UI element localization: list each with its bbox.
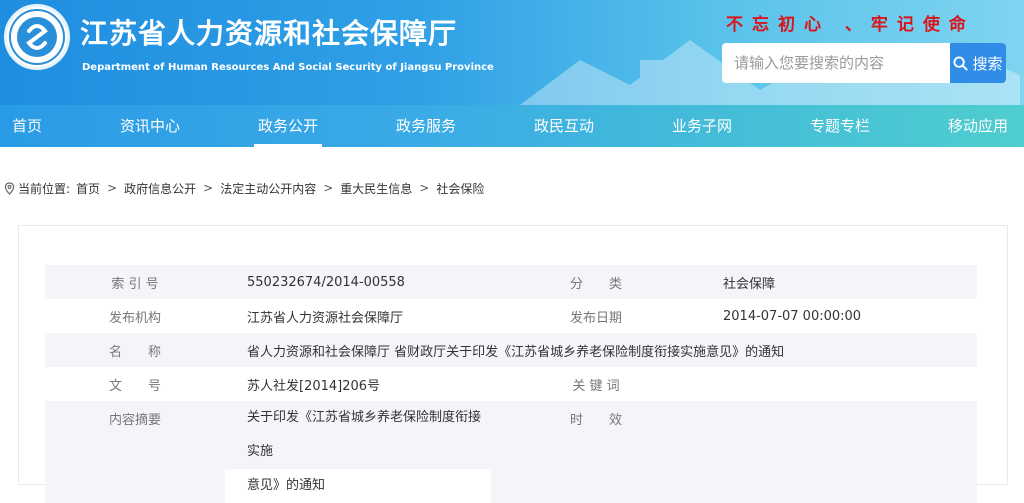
- nav-item-news[interactable]: 资讯中心: [120, 105, 180, 147]
- name-label: 名 称: [45, 333, 225, 367]
- breadcrumb-separator: >: [323, 181, 334, 195]
- name-value: 省人力资源和社会保障厅 省财政厅关于印发《江苏省城乡养老保险制度衔接实施意见》的…: [225, 333, 977, 367]
- docno-value: 苏人社发[2014]206号: [225, 367, 491, 401]
- search-icon: [953, 55, 969, 71]
- index-label: 索 引 号: [45, 265, 225, 299]
- nav-item-sub-sites[interactable]: 业务子网: [672, 105, 732, 147]
- category-value: 社会保障: [701, 265, 977, 299]
- keywords-label: 关 键 词: [491, 367, 701, 401]
- site-logo[interactable]: [4, 4, 70, 70]
- table-row: 发布机构 江苏省人力资源社会保障厅 发布日期 2014-07-07 00:00:…: [45, 299, 977, 333]
- location-pin-icon: [4, 181, 15, 195]
- docno-label: 文 号: [45, 367, 225, 401]
- publisher-label: 发布机构: [45, 299, 225, 333]
- breadcrumb-separator: >: [107, 181, 118, 195]
- summary-value: 关于印发《江苏省城乡养老保险制度衔接实施 意见》的通知: [225, 401, 491, 503]
- slogan: 不忘初心 、牢记使命: [726, 15, 975, 35]
- breadcrumb-separator: >: [419, 181, 430, 195]
- breadcrumb: 当前位置: 首页 > 政府信息公开 > 法定主动公开内容 > 重大民生信息 > …: [4, 178, 484, 198]
- date-label: 发布日期: [491, 299, 701, 333]
- site-header: 江苏省人力资源和社会保障厅 Department of Human Resour…: [0, 0, 1024, 105]
- nav-item-mobile[interactable]: 移动应用: [948, 105, 1008, 147]
- search-button-label: 搜索: [972, 54, 1003, 73]
- category-label: 分 类: [491, 265, 701, 299]
- index-value: 550232674/2014-00558: [225, 265, 491, 299]
- site-subtitle: Department of Human Resources And Social…: [82, 62, 494, 73]
- table-row: 内容摘要 关于印发《江苏省城乡养老保险制度衔接实施 意见》的通知 时 效: [45, 401, 977, 503]
- table-row: 索 引 号 550232674/2014-00558 分 类 社会保障: [45, 265, 977, 299]
- breadcrumb-gov-info[interactable]: 政府信息公开: [124, 180, 196, 197]
- search-button[interactable]: 搜索: [950, 43, 1006, 83]
- breadcrumb-livelihood[interactable]: 重大民生信息: [340, 180, 412, 197]
- table-row: 名 称 省人力资源和社会保障厅 省财政厅关于印发《江苏省城乡养老保险制度衔接实施…: [45, 333, 977, 367]
- nav-item-topics[interactable]: 专题专栏: [810, 105, 870, 147]
- validity-label: 时 效: [491, 401, 701, 503]
- nav-item-gov-affairs[interactable]: 政务公开: [253, 105, 323, 147]
- site-title: 江苏省人力资源和社会保障厅: [80, 17, 458, 50]
- summary-line-2: 意见》的通知: [225, 469, 491, 503]
- document-info-table: 索 引 号 550232674/2014-00558 分 类 社会保障 发布机构…: [45, 265, 977, 503]
- summary-label: 内容摘要: [45, 401, 225, 503]
- search-input[interactable]: [722, 43, 950, 83]
- summary-line-1: 关于印发《江苏省城乡养老保险制度衔接实施: [247, 410, 482, 459]
- breadcrumb-social-insurance[interactable]: 社会保险: [436, 180, 484, 197]
- validity-value: [701, 401, 977, 503]
- keywords-value: [701, 367, 977, 401]
- nav-item-interaction[interactable]: 政民互动: [534, 105, 594, 147]
- breadcrumb-separator: >: [203, 181, 214, 195]
- nav-item-home[interactable]: 首页: [12, 105, 42, 147]
- date-value: 2014-07-07 00:00:00: [701, 299, 977, 333]
- breadcrumb-prefix: 当前位置:: [18, 181, 71, 196]
- nav-item-gov-services[interactable]: 政务服务: [396, 105, 456, 147]
- breadcrumb-statutory[interactable]: 法定主动公开内容: [220, 180, 316, 197]
- breadcrumb-home[interactable]: 首页: [76, 180, 100, 197]
- main-nav: 首页 资讯中心 政务公开 政务服务 政民互动 业务子网 专题专栏 移动应用: [0, 105, 1024, 147]
- table-row: 文 号 苏人社发[2014]206号 关 键 词: [45, 367, 977, 401]
- publisher-value: 江苏省人力资源社会保障厅: [225, 299, 491, 333]
